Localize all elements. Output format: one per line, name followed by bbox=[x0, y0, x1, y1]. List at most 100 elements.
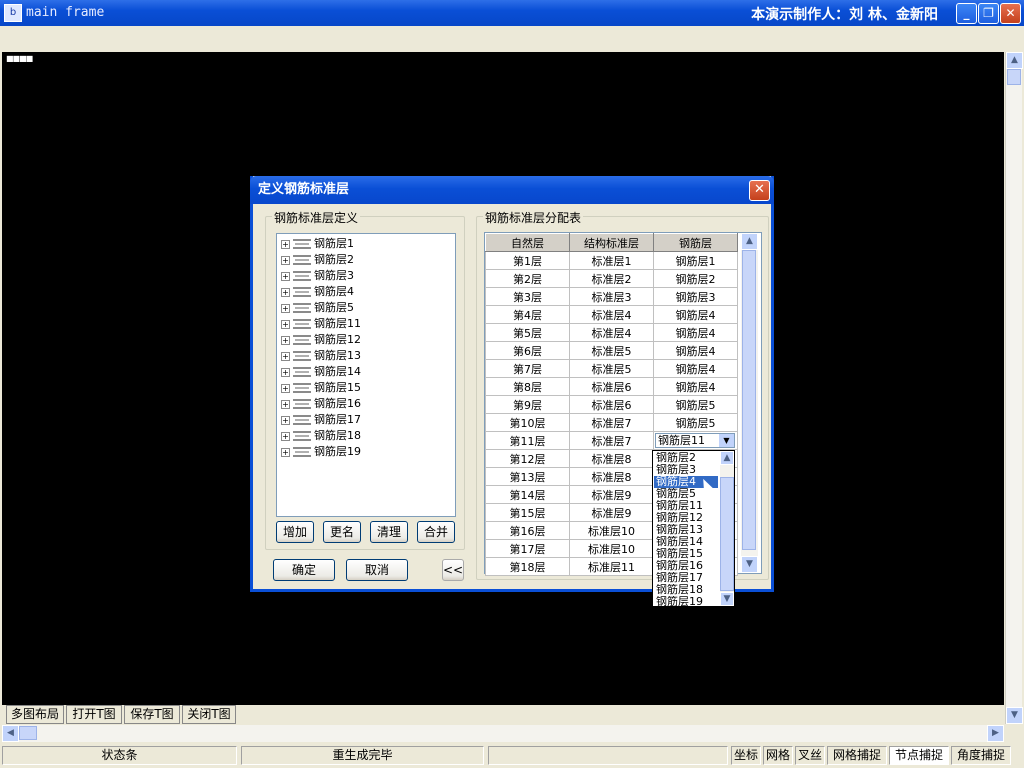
table-scrollbar[interactable]: ▲ ▼ bbox=[741, 233, 758, 573]
table-cell[interactable]: 第10层 bbox=[485, 413, 570, 432]
table-cell[interactable]: 标准层8 bbox=[569, 467, 654, 486]
table-cell[interactable]: 钢筋层5 bbox=[653, 395, 738, 414]
tree-item[interactable]: + 钢筋层1 bbox=[281, 236, 354, 252]
plus-expand-icon[interactable]: + bbox=[281, 367, 290, 377]
plus-expand-icon[interactable]: + bbox=[281, 303, 290, 313]
layer-tree[interactable]: + 钢筋层1 + 钢筋层2 + 钢筋层3 + 钢筋层4 + 钢筋层5 + 钢筋层11 + 钢筋层12 + 钢筋… bbox=[276, 233, 456, 517]
table-row[interactable]: 第1层 标准层1 钢筋层1 bbox=[485, 251, 738, 270]
scroll-down-icon[interactable]: ▼ bbox=[741, 556, 758, 573]
table-cell[interactable]: 第12层 bbox=[485, 449, 570, 468]
table-row[interactable]: 第6层 标准层5 钢筋层4 bbox=[485, 341, 738, 360]
clear-button[interactable]: 清理 bbox=[370, 521, 408, 543]
tree-item[interactable]: + 钢筋层12 bbox=[281, 332, 361, 348]
table-row[interactable]: 第2层 标准层2 钢筋层2 bbox=[485, 269, 738, 288]
tree-item[interactable]: + 钢筋层4 bbox=[281, 284, 354, 300]
cancel-button[interactable]: 取消 bbox=[346, 559, 408, 581]
dropdown-item[interactable]: 钢筋层18 bbox=[654, 584, 718, 596]
dropdown-arrow-icon[interactable]: ▼ bbox=[719, 434, 734, 447]
merge-button[interactable]: 合并 bbox=[417, 521, 455, 543]
table-cell[interactable]: 第11层 bbox=[485, 431, 570, 450]
table-cell[interactable]: 第8层 bbox=[485, 377, 570, 396]
tab-multi-layout[interactable]: 多图布局 bbox=[6, 705, 64, 724]
layer-combobox[interactable]: 钢筋层11 ▼ bbox=[655, 433, 735, 448]
ok-button[interactable]: 确定 bbox=[273, 559, 335, 581]
table-cell[interactable]: 第16层 bbox=[485, 521, 570, 540]
horizontal-scrollbar[interactable]: ◀ ▶ bbox=[2, 725, 1004, 742]
table-cell[interactable]: 第15层 bbox=[485, 503, 570, 522]
table-cell[interactable]: 第2层 bbox=[485, 269, 570, 288]
rename-button[interactable]: 更名 bbox=[323, 521, 361, 543]
table-cell[interactable]: 第9层 bbox=[485, 395, 570, 414]
plus-expand-icon[interactable]: + bbox=[281, 335, 290, 345]
table-row[interactable]: 第7层 标准层5 钢筋层4 bbox=[485, 359, 738, 378]
tree-item[interactable]: + 钢筋层2 bbox=[281, 252, 354, 268]
plus-expand-icon[interactable]: + bbox=[281, 399, 290, 409]
table-row[interactable]: 第4层 标准层4 钢筋层4 bbox=[485, 305, 738, 324]
table-cell[interactable]: 第14层 bbox=[485, 485, 570, 504]
table-row[interactable]: 第3层 标准层3 钢筋层3 bbox=[485, 287, 738, 306]
toggle-grid-snap[interactable]: 网格捕捉 bbox=[827, 746, 887, 765]
tree-item[interactable]: + 钢筋层17 bbox=[281, 412, 361, 428]
tree-item[interactable]: + 钢筋层5 bbox=[281, 300, 354, 316]
dropdown-item[interactable]: 钢筋层2 bbox=[654, 452, 718, 464]
table-scroll-thumb[interactable] bbox=[742, 250, 756, 550]
table-row[interactable]: 第11层 标准层7 钢筋层11 ▼ bbox=[485, 431, 738, 450]
column-header[interactable]: 自然层 bbox=[485, 233, 570, 252]
dropdown-item[interactable]: 钢筋层11 bbox=[654, 500, 718, 512]
table-cell[interactable]: 第7层 bbox=[485, 359, 570, 378]
table-row[interactable]: 第5层 标准层4 钢筋层4 bbox=[485, 323, 738, 342]
tab-save[interactable]: 保存T图 bbox=[124, 705, 180, 724]
collapse-button[interactable]: << bbox=[442, 559, 464, 581]
scroll-down-icon[interactable]: ▼ bbox=[1006, 707, 1023, 724]
table-cell[interactable]: 标准层8 bbox=[569, 449, 654, 468]
table-cell[interactable]: 第1层 bbox=[485, 251, 570, 270]
table-cell[interactable]: 第4层 bbox=[485, 305, 570, 324]
tree-item[interactable]: + 钢筋层3 bbox=[281, 268, 354, 284]
table-cell[interactable]: 标准层6 bbox=[569, 395, 654, 414]
toggle-node-snap[interactable]: 节点捕捉 bbox=[889, 746, 949, 765]
table-row[interactable]: 第10层 标准层7 钢筋层5 bbox=[485, 413, 738, 432]
tab-open[interactable]: 打开T图 bbox=[66, 705, 122, 724]
table-cell[interactable]: 钢筋层3 bbox=[653, 287, 738, 306]
dropdown-thumb[interactable] bbox=[720, 477, 734, 591]
main-title-bar[interactable]: b main frame 本演示制作人：刘 林、金新阳 _ ❐ ✕ bbox=[0, 0, 1024, 26]
scroll-down-icon[interactable]: ▼ bbox=[720, 592, 734, 606]
minimize-icon[interactable]: _ bbox=[956, 3, 977, 24]
table-cell[interactable]: 标准层1 bbox=[569, 251, 654, 270]
table-cell[interactable]: 标准层10 bbox=[569, 539, 654, 558]
tab-close[interactable]: 关闭T图 bbox=[182, 705, 236, 724]
table-row[interactable]: 第8层 标准层6 钢筋层4 bbox=[485, 377, 738, 396]
table-cell[interactable]: 标准层10 bbox=[569, 521, 654, 540]
scroll-left-icon[interactable]: ◀ bbox=[2, 725, 19, 742]
table-cell[interactable]: 钢筋层4 bbox=[653, 323, 738, 342]
dropdown-scrollbar[interactable]: ▲ ▼ bbox=[720, 451, 734, 606]
table-cell[interactable]: 标准层5 bbox=[569, 359, 654, 378]
table-cell[interactable]: 第5层 bbox=[485, 323, 570, 342]
table-cell[interactable]: 标准层9 bbox=[569, 503, 654, 522]
table-cell[interactable]: 第17层 bbox=[485, 539, 570, 558]
dropdown-item[interactable]: 钢筋层13 bbox=[654, 524, 718, 536]
column-header[interactable]: 结构标准层 bbox=[569, 233, 654, 252]
plus-expand-icon[interactable]: + bbox=[281, 447, 290, 457]
dropdown-item[interactable]: 钢筋层12 bbox=[654, 512, 718, 524]
dropdown-item[interactable]: 钢筋层19 bbox=[654, 596, 718, 608]
table-row[interactable]: 第9层 标准层6 钢筋层5 bbox=[485, 395, 738, 414]
table-cell[interactable]: 钢筋层5 bbox=[653, 413, 738, 432]
dropdown-item[interactable]: 钢筋层16 bbox=[654, 560, 718, 572]
table-cell[interactable]: 钢筋层4 bbox=[653, 359, 738, 378]
table-cell[interactable]: 第18层 bbox=[485, 557, 570, 576]
plus-expand-icon[interactable]: + bbox=[281, 271, 290, 281]
add-button[interactable]: 增加 bbox=[276, 521, 314, 543]
tree-item[interactable]: + 钢筋层13 bbox=[281, 348, 361, 364]
close-icon[interactable]: ✕ bbox=[1000, 3, 1021, 24]
table-cell[interactable]: 标准层9 bbox=[569, 485, 654, 504]
scroll-right-icon[interactable]: ▶ bbox=[987, 725, 1004, 742]
restore-icon[interactable]: ❐ bbox=[978, 3, 999, 24]
dropdown-item[interactable]: 钢筋层3 bbox=[654, 464, 718, 476]
plus-expand-icon[interactable]: + bbox=[281, 287, 290, 297]
plus-expand-icon[interactable]: + bbox=[281, 255, 290, 265]
toggle-angle-snap[interactable]: 角度捕捉 bbox=[951, 746, 1011, 765]
table-cell[interactable]: 标准层6 bbox=[569, 377, 654, 396]
tree-item[interactable]: + 钢筋层15 bbox=[281, 380, 361, 396]
table-cell[interactable]: 钢筋层4 bbox=[653, 341, 738, 360]
